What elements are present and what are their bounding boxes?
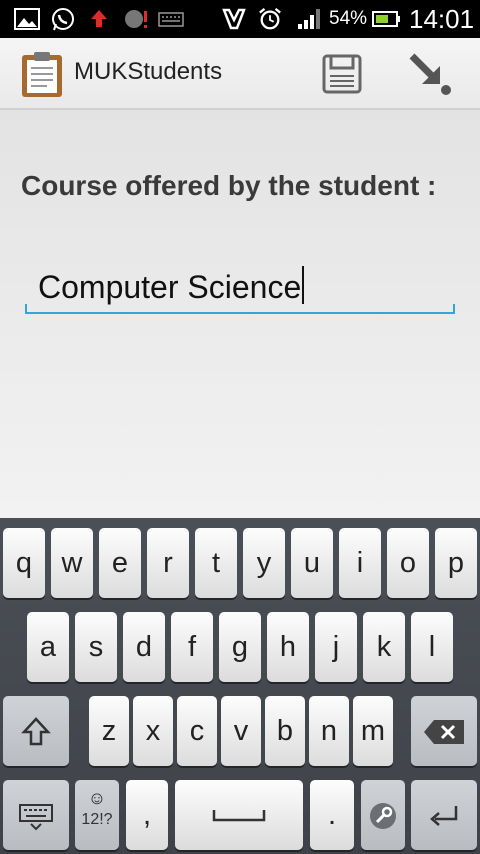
key-s[interactable]: s bbox=[75, 612, 117, 682]
text-cursor bbox=[302, 266, 305, 304]
key-c[interactable]: c bbox=[177, 696, 217, 766]
key-i[interactable]: i bbox=[339, 528, 381, 598]
wrench-icon bbox=[370, 803, 396, 830]
key-b[interactable]: b bbox=[265, 696, 305, 766]
key-z[interactable]: z bbox=[89, 696, 129, 766]
enter-icon bbox=[430, 806, 458, 827]
key-v[interactable]: v bbox=[221, 696, 261, 766]
shift-icon bbox=[21, 717, 51, 746]
key-k[interactable]: k bbox=[363, 612, 405, 682]
upload-icon bbox=[91, 10, 107, 27]
key-r[interactable]: r bbox=[147, 528, 189, 598]
keyboard-settings-key[interactable] bbox=[3, 780, 69, 850]
key-j[interactable]: j bbox=[315, 612, 357, 682]
enter-key[interactable] bbox=[411, 780, 477, 850]
period-key[interactable]: . bbox=[310, 780, 354, 850]
key-f[interactable]: f bbox=[171, 612, 213, 682]
battery-icon bbox=[372, 11, 400, 27]
alert-icon bbox=[125, 10, 147, 28]
key-x[interactable]: x bbox=[133, 696, 173, 766]
key-u[interactable]: u bbox=[291, 528, 333, 598]
key-a[interactable]: a bbox=[27, 612, 69, 682]
shift-key[interactable] bbox=[3, 696, 69, 766]
keyboard-icon bbox=[19, 804, 53, 831]
save-icon[interactable] bbox=[318, 50, 366, 98]
alarm-icon bbox=[259, 7, 281, 30]
action-bar: MUKStudents bbox=[0, 38, 480, 110]
clipboard-icon[interactable] bbox=[20, 50, 64, 98]
space-key[interactable] bbox=[175, 780, 303, 850]
key-o[interactable]: o bbox=[387, 528, 429, 598]
course-input-value: Computer Science bbox=[38, 269, 302, 305]
comma-key[interactable]: , bbox=[126, 780, 168, 850]
symbols-key[interactable]: ☺ 12!? bbox=[75, 780, 119, 850]
form-area: Course offered by the student : Computer… bbox=[0, 110, 480, 518]
whatsapp-icon bbox=[52, 8, 74, 31]
symbols-key-label: 12!? bbox=[81, 811, 113, 828]
clock: 14:01 bbox=[409, 4, 475, 34]
course-input[interactable]: Computer Science bbox=[25, 260, 455, 314]
gallery-icon bbox=[14, 8, 40, 30]
key-l[interactable]: l bbox=[411, 612, 453, 682]
space-bar-icon bbox=[212, 810, 266, 822]
tools-key[interactable] bbox=[361, 780, 405, 850]
backspace-icon bbox=[424, 720, 464, 745]
key-d[interactable]: d bbox=[123, 612, 165, 682]
download-icon[interactable] bbox=[406, 50, 454, 98]
signal-icon bbox=[298, 9, 320, 29]
battery-percent: 54% bbox=[329, 8, 368, 29]
emoji-icon: ☺ bbox=[87, 788, 107, 808]
key-t[interactable]: t bbox=[195, 528, 237, 598]
status-bar: 54% 14:01 bbox=[0, 0, 480, 38]
key-n[interactable]: n bbox=[309, 696, 349, 766]
key-w[interactable]: w bbox=[51, 528, 93, 598]
key-m[interactable]: m bbox=[353, 696, 393, 766]
key-h[interactable]: h bbox=[267, 612, 309, 682]
key-p[interactable]: p bbox=[435, 528, 477, 598]
key-q[interactable]: q bbox=[3, 528, 45, 598]
soft-keyboard: q w e r t y u i o p a s d f g h j k l z … bbox=[0, 518, 480, 854]
key-g[interactable]: g bbox=[219, 612, 261, 682]
key-e[interactable]: e bbox=[99, 528, 141, 598]
vibrate-icon bbox=[222, 8, 246, 30]
keyboard-icon bbox=[158, 12, 184, 27]
app-title: MUKStudents bbox=[74, 58, 223, 85]
key-y[interactable]: y bbox=[243, 528, 285, 598]
course-label: Course offered by the student : bbox=[21, 170, 437, 201]
backspace-key[interactable] bbox=[411, 696, 477, 766]
